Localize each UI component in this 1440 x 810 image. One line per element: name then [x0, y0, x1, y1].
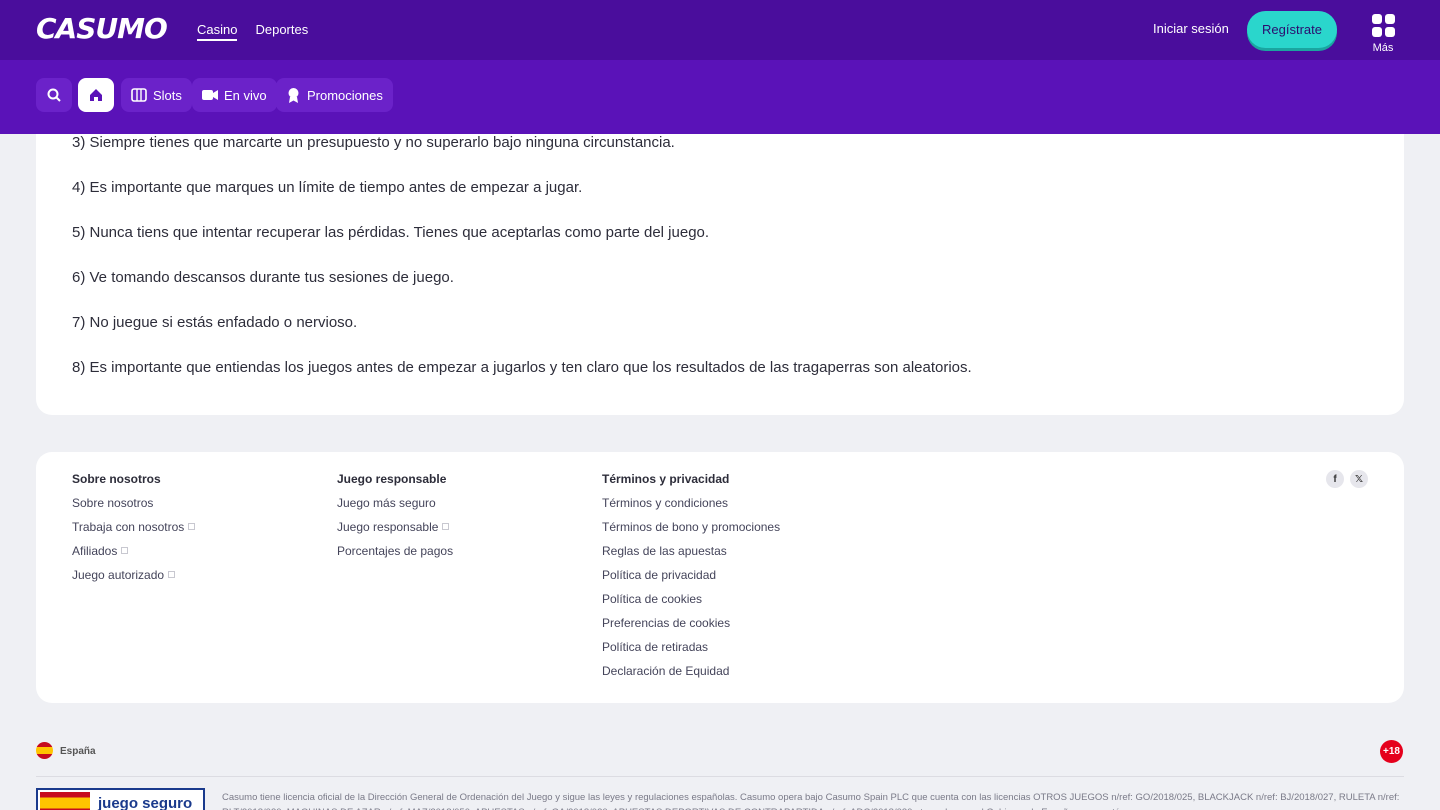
more-menu-button[interactable]: Más: [1366, 14, 1400, 54]
footer-heading: Juego responsable: [337, 472, 447, 486]
main-nav: Casino Deportes: [197, 22, 308, 41]
slots-icon: [131, 88, 147, 102]
login-link[interactable]: Iniciar sesión: [1153, 21, 1229, 36]
age-restriction-badge: +18: [1380, 740, 1403, 763]
footer-heading: Sobre nosotros: [72, 472, 161, 486]
register-button[interactable]: Regístrate: [1247, 11, 1337, 48]
country-selector[interactable]: España: [60, 746, 96, 757]
tip-3: 3) Siempre tienes que marcarte un presup…: [72, 134, 675, 151]
tab-slots-label: Slots: [153, 87, 182, 103]
footer-link-juego-responsable[interactable]: Juego responsable: [337, 520, 453, 544]
tab-en-vivo-label: En vivo: [224, 87, 267, 103]
footer-link-reglas[interactable]: Reglas de las apuestas: [602, 544, 780, 568]
nav-deportes[interactable]: Deportes: [255, 22, 308, 41]
external-link-icon: [121, 547, 129, 554]
nav-casino[interactable]: Casino: [197, 22, 238, 41]
footer-link-privacidad[interactable]: Política de privacidad: [602, 568, 780, 592]
gift-icon: [288, 88, 299, 103]
casumo-logo[interactable]: CASUMO: [36, 14, 168, 44]
tip-5: 5) Nunca tiens que intentar recuperar la…: [72, 224, 710, 241]
footer-link-terminos[interactable]: Términos y condiciones: [602, 496, 780, 520]
facebook-icon[interactable]: f: [1326, 470, 1344, 488]
footer-link-juego-mas-seguro[interactable]: Juego más seguro: [337, 496, 453, 520]
spain-flag-icon: [40, 792, 90, 810]
legal-text: Casumo tiene licencia oficial de la Dire…: [222, 792, 1400, 810]
spain-flag-icon: [36, 742, 53, 759]
footer-link-retiradas[interactable]: Política de retiradas: [602, 640, 780, 664]
footer-link-afiliados[interactable]: Afiliados: [72, 544, 195, 568]
tab-en-vivo[interactable]: En vivo: [192, 78, 277, 112]
tab-promociones-label: Promociones: [307, 87, 383, 103]
external-link-icon: [442, 523, 450, 530]
tab-slots[interactable]: Slots: [121, 78, 192, 112]
tip-7: 7) No juegue si estás enfadado o nervios…: [72, 314, 358, 331]
tip-6: 6) Ve tomando descansos durante tus sesi…: [72, 269, 454, 286]
footer-link-bono[interactable]: Términos de bono y promociones: [602, 520, 780, 544]
search-button[interactable]: [36, 78, 72, 112]
top-header: CASUMO Casino Deportes Iniciar sesión Re…: [0, 0, 1440, 60]
tab-promociones[interactable]: Promociones: [276, 78, 393, 112]
content-card: 3) Siempre tienes que marcarte un presup…: [36, 134, 1404, 415]
footer-column-responsible: Juego responsable Juego más seguro Juego…: [337, 472, 453, 568]
tip-8: 8) Es importante que entiendas los juego…: [72, 359, 972, 376]
external-link-icon: [188, 523, 196, 530]
grid-icon: [1366, 14, 1400, 37]
home-icon: [90, 89, 102, 101]
footer-link-juego-autorizado[interactable]: Juego autorizado: [72, 568, 195, 592]
home-button[interactable]: [78, 78, 114, 112]
footer-card: Sobre nosotros Sobre nosotros Trabaja co…: [36, 452, 1404, 703]
x-icon[interactable]: 𝕏: [1350, 470, 1368, 488]
camera-icon: [202, 90, 218, 100]
footer-link-sobre-nosotros[interactable]: Sobre nosotros: [72, 496, 195, 520]
footer-link-equidad[interactable]: Declaración de Equidad: [602, 664, 780, 688]
external-link-icon: [168, 571, 176, 578]
juego-seguro-badge[interactable]: juego seguro: [36, 788, 205, 810]
footer-column-about: Sobre nosotros Sobre nosotros Trabaja co…: [72, 472, 196, 592]
divider: [36, 776, 1404, 777]
footer-link-cookies[interactable]: Política de cookies: [602, 592, 780, 616]
footer-link-porcentajes[interactable]: Porcentajes de pagos: [337, 544, 453, 568]
footer-heading: Términos y privacidad: [602, 472, 730, 486]
search-icon: [47, 88, 61, 102]
footer-column-terms: Términos y privacidad Términos y condici…: [602, 472, 780, 688]
footer-link-trabaja[interactable]: Trabaja con nosotros: [72, 520, 196, 544]
footer-link-preferencias-cookies[interactable]: Preferencias de cookies: [602, 616, 780, 640]
badge-text: juego seguro: [98, 794, 193, 810]
more-label: Más: [1372, 42, 1394, 54]
tip-4: 4) Es importante que marques un límite d…: [72, 179, 583, 196]
